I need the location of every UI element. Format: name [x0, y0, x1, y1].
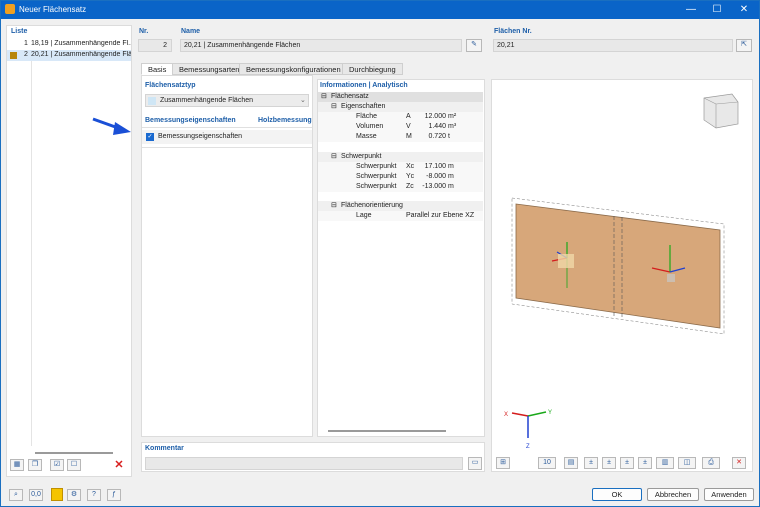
bemessungseigenschaften-header: Bemessungseigenschaften: [145, 117, 236, 124]
svg-text:Z: Z: [526, 444, 530, 450]
list-item[interactable]: 1 18,19 | Zusammenhängende Fl...: [7, 39, 131, 50]
tree-eigenschaften[interactable]: ⊟ Eigenschaften: [318, 102, 483, 112]
holzbemessung-header: Holzbemessung: [258, 117, 312, 124]
window-title: Neuer Flächensatz: [19, 5, 87, 14]
units-icon[interactable]: 0,0: [29, 489, 43, 501]
app-icon: [5, 4, 15, 14]
display-options-icon[interactable]: ▥: [656, 457, 674, 469]
kommentar-field[interactable]: [145, 457, 463, 470]
nr-header: Nr.: [139, 28, 149, 35]
render-mode-icon[interactable]: ▤: [564, 457, 578, 469]
checkbox-checked-icon[interactable]: ✓: [146, 133, 154, 141]
surface-plate: [515, 203, 721, 329]
edit-name-icon[interactable]: ✎: [466, 39, 482, 52]
info-header: Informationen | Analytisch: [320, 82, 408, 89]
tab-basis[interactable]: Basis: [141, 63, 174, 75]
tree-row: Schwerpunkt Yc -8.000 m: [318, 172, 483, 182]
name-field[interactable]: 20,21 | Zusammenhängende Flächen: [180, 39, 462, 52]
view-x-icon[interactable]: ±: [584, 457, 598, 469]
flaechensatztyp-header: Flächensatztyp: [145, 82, 196, 89]
svg-text:X: X: [504, 412, 508, 418]
new-item-icon[interactable]: ▦: [10, 459, 24, 471]
horizontal-scrollbar[interactable]: [328, 430, 446, 432]
tree-row: Fläche A 12.000 m²: [318, 112, 483, 122]
model-viewer[interactable]: X Y Z ⊞ 10 ▤ ± ± ± ± ▥ ◫ ⎙ ✕: [491, 79, 753, 472]
tree-schwerpunkt[interactable]: ⊟ Schwerpunkt: [318, 152, 483, 162]
comment-edit-icon[interactable]: ▭: [468, 457, 482, 470]
pick-surfaces-icon[interactable]: ⇱: [736, 39, 752, 52]
reset-view-icon[interactable]: ✕: [732, 457, 746, 469]
tree-row: Schwerpunkt Xc 17.100 m: [318, 162, 483, 172]
view-options-icon[interactable]: ⊞: [496, 457, 510, 469]
tree-row: Lage Parallel zur Ebene XZ: [318, 211, 483, 221]
name-header: Name: [181, 28, 201, 35]
apply-button[interactable]: Anwenden: [704, 488, 754, 501]
list-panel: Liste 1 18,19 | Zusammenhängende Fl... 2…: [6, 25, 132, 477]
visibility-icon[interactable]: ◫: [678, 457, 696, 469]
view-iso-icon[interactable]: ±: [638, 457, 652, 469]
model-canvas[interactable]: X Y Z: [492, 80, 754, 455]
flaechen-field[interactable]: 20,21: [493, 39, 733, 52]
search-icon[interactable]: ⌕: [9, 489, 23, 501]
settings-icon[interactable]: ⚙: [67, 489, 81, 501]
bemessungseigenschaften-row[interactable]: ✓ Bemessungseigenschaften: [142, 130, 312, 144]
maximize-button[interactable]: ☐: [703, 1, 731, 19]
svg-text:Y: Y: [548, 410, 552, 416]
tree-row: Volumen V 1.440 m³: [318, 122, 483, 132]
uncheck-all-icon[interactable]: ☐: [67, 459, 81, 471]
function-icon[interactable]: ƒ: [107, 489, 121, 501]
tree-root[interactable]: ⊟ Flächensatz: [318, 92, 483, 102]
check-all-icon[interactable]: ☑: [50, 459, 64, 471]
flaechen-header: Flächen Nr.: [494, 28, 532, 35]
list-header: Liste: [11, 28, 28, 35]
pointer-arrow-icon: [92, 117, 131, 135]
close-button[interactable]: ✕: [730, 1, 758, 19]
color-icon[interactable]: [51, 488, 63, 501]
tree-row: Masse M 0.720 t: [318, 132, 483, 142]
view-cube-icon: [703, 93, 739, 129]
tab-bemessungskonfigurationen[interactable]: Bemessungskonfigurationen: [239, 63, 348, 75]
color-swatch: [10, 52, 17, 59]
print-icon[interactable]: ⎙: [702, 457, 720, 469]
help-icon[interactable]: ?: [87, 489, 101, 501]
nr-field[interactable]: 2: [138, 39, 172, 52]
global-axes-icon: X Y Z: [504, 410, 552, 450]
kommentar-header: Kommentar: [145, 445, 184, 452]
view-z-icon[interactable]: ±: [620, 457, 634, 469]
minimize-button[interactable]: —: [677, 1, 705, 19]
title-bar: Neuer Flächensatz — ☐ ✕: [1, 1, 759, 19]
copy-item-icon[interactable]: ❐: [28, 459, 42, 471]
surface-set-icon: [148, 97, 156, 105]
delete-icon[interactable]: ✕: [112, 459, 126, 471]
view-y-icon[interactable]: ±: [602, 457, 616, 469]
tree-flaechenorientierung[interactable]: ⊟ Flächenorientierung: [318, 201, 483, 211]
chevron-down-icon: ⌄: [300, 97, 306, 104]
zoom-select[interactable]: 10: [538, 457, 556, 469]
ok-button[interactable]: OK: [592, 488, 642, 501]
tab-durchbiegung[interactable]: Durchbiegung: [342, 63, 403, 75]
flaechensatztyp-select[interactable]: Zusammenhängende Flächen ⌄: [145, 94, 309, 107]
tree-row: Schwerpunkt Zc -13.000 m: [318, 182, 483, 192]
cancel-button[interactable]: Abbrechen: [647, 488, 699, 501]
list-item-selected[interactable]: 2 20,21 | Zusammenhängende Fläc...: [7, 50, 131, 61]
kommentar-panel: Kommentar ▭: [141, 442, 485, 472]
tab-bemessungsarten[interactable]: Bemessungsarten: [172, 63, 247, 75]
horizontal-scrollbar[interactable]: [35, 452, 113, 454]
basis-panel: Flächensatztyp Zusammenhängende Flächen …: [141, 75, 313, 437]
dialog-window: Neuer Flächensatz — ☐ ✕ Liste 1 18,19 | …: [0, 0, 760, 507]
info-panel: Informationen | Analytisch ⊟ Flächensatz …: [317, 79, 485, 437]
